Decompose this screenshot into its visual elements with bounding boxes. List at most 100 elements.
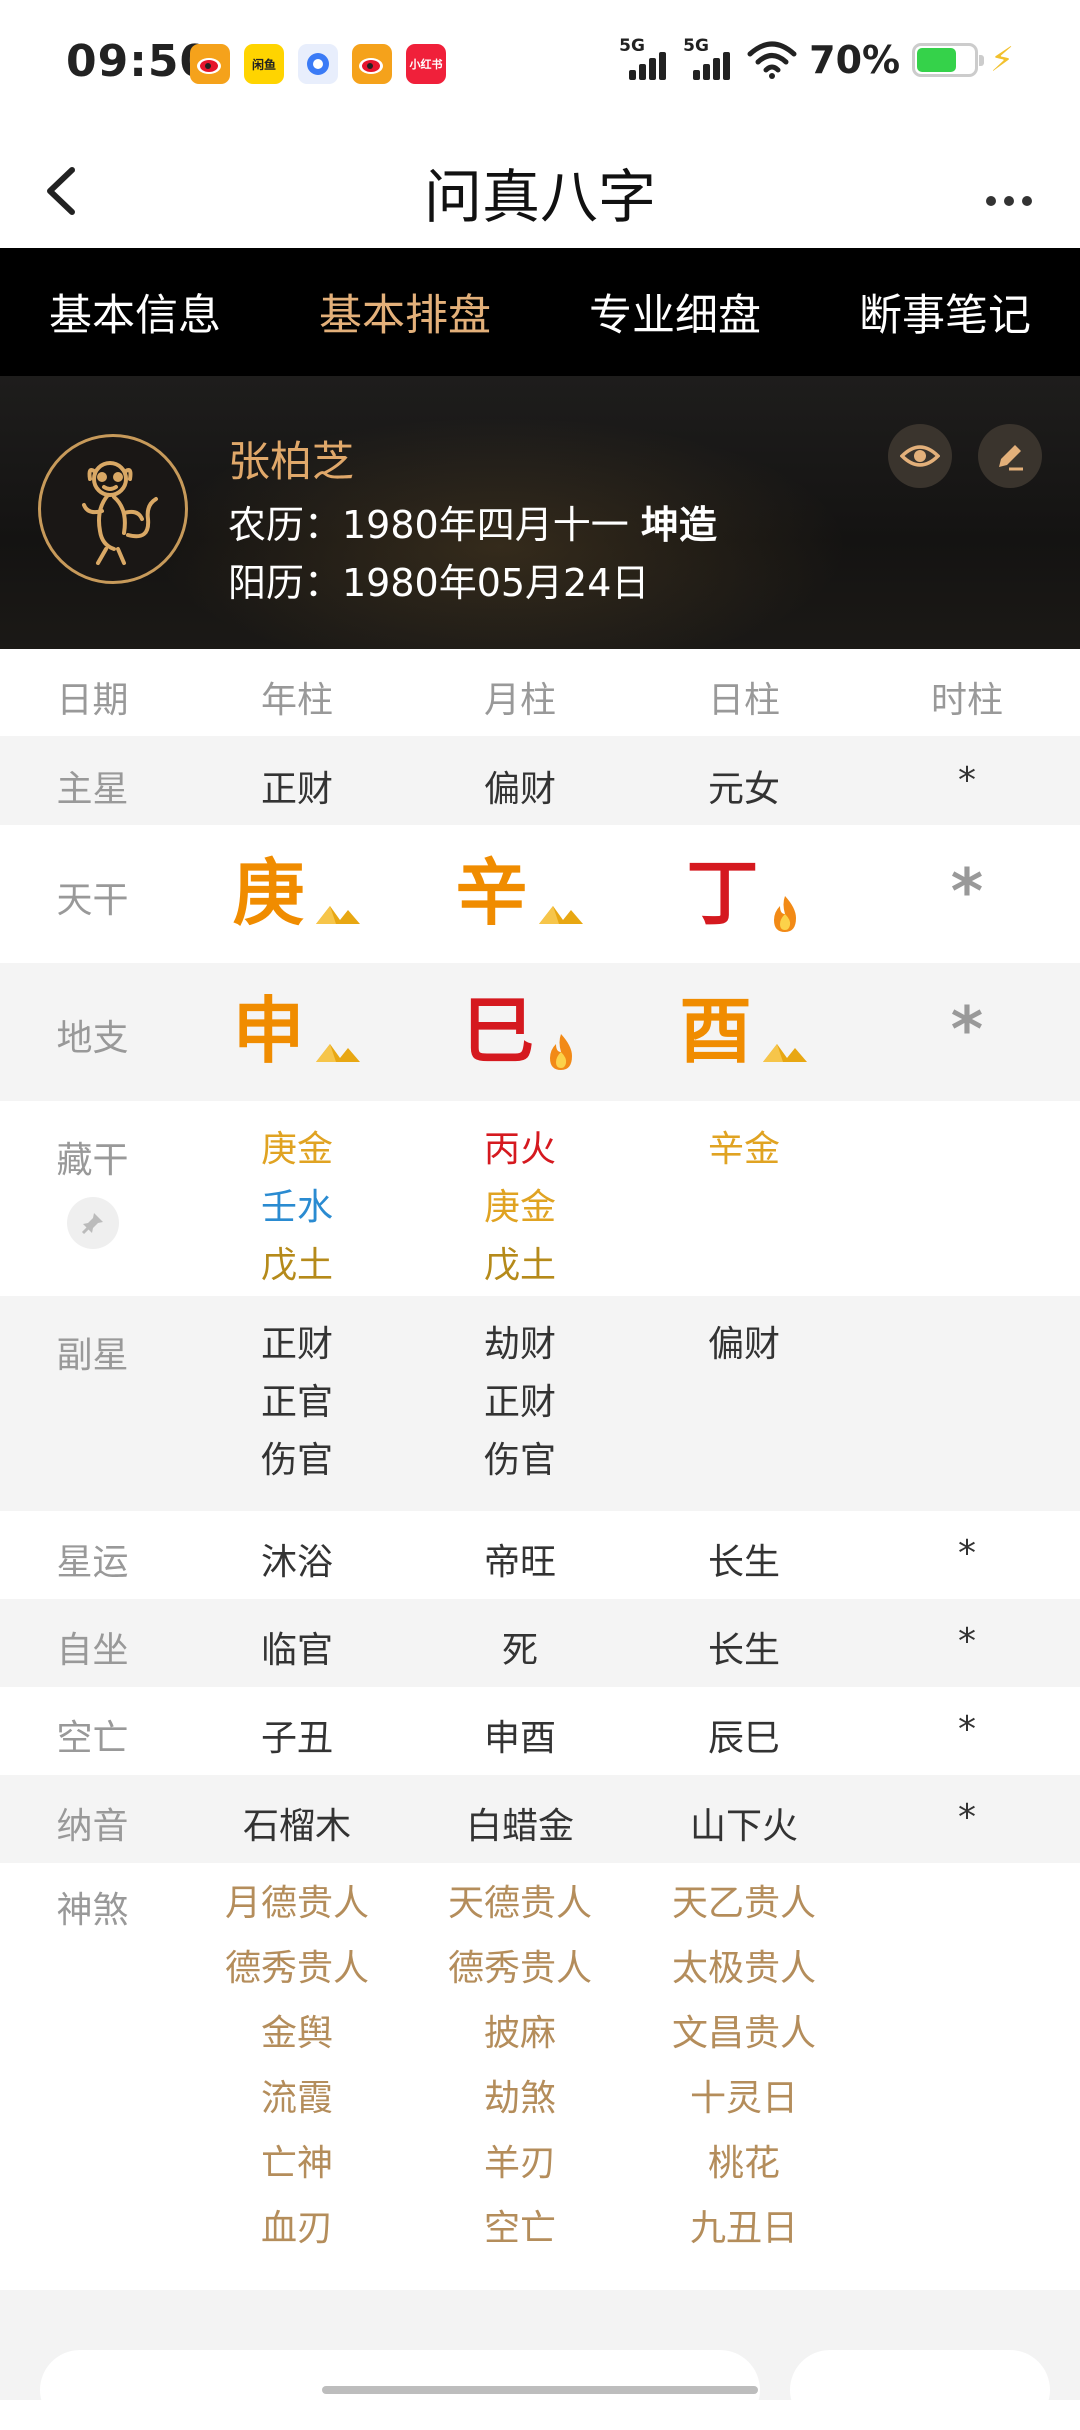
- cell-value: 临官: [260, 1630, 333, 1671]
- row-label: 空亡: [56, 1718, 129, 1759]
- branch-hour: *: [950, 993, 984, 1066]
- cellular-signal-icon: 5G: [683, 36, 735, 82]
- row-label: 主星: [56, 769, 129, 810]
- row-label: 纳音: [56, 1806, 129, 1847]
- battery-percent: 70%: [809, 38, 901, 82]
- tab-basic-chart[interactable]: 基本排盘: [270, 281, 540, 343]
- tab-notes[interactable]: 断事笔记: [810, 281, 1080, 343]
- cell-value: 辰巳: [707, 1718, 780, 1759]
- metal-gold-icon: [315, 905, 360, 924]
- cell-value: *: [958, 760, 976, 801]
- branch-month[interactable]: 巳: [420, 995, 620, 1072]
- weibo-icon: [352, 44, 392, 84]
- row-heavenly-stems: 天干 庚 辛 丁 *: [0, 825, 1080, 963]
- hidden-stems-day: 辛金: [707, 1129, 780, 1170]
- row-secondary-stars: 副星 正财 正官 伤官 劫财 正财 伤官 偏财: [0, 1296, 1080, 1511]
- toggle-visibility-button[interactable]: [888, 424, 952, 488]
- title-bar: 问真八字: [0, 130, 1080, 248]
- cell-value: 长生: [707, 1630, 780, 1671]
- page-title: 问真八字: [423, 163, 656, 231]
- monkey-icon: [82, 461, 158, 565]
- solar-date: 阳历：1980年05月24日: [228, 561, 650, 605]
- lunar-date: 农历：1980年四月十一 坤造: [228, 503, 717, 547]
- spirits-year: 月德贵人 德秀贵人 金舆 流霞 亡神 血刃: [224, 1883, 369, 2249]
- weibo-icon: [190, 44, 230, 84]
- row-nayin: 纳音 石榴木 白蜡金 山下火 *: [0, 1775, 1080, 1863]
- col-header-hour: 时柱: [930, 680, 1003, 721]
- stem-month[interactable]: 辛: [420, 857, 620, 930]
- wifi-icon: [747, 41, 797, 79]
- pin-icon: [81, 1213, 103, 1235]
- col-header-day: 日柱: [707, 680, 780, 721]
- more-options-button[interactable]: [984, 168, 1034, 219]
- secondary-stars-year: 正财 正官 伤官: [260, 1324, 333, 1481]
- metal-gold-icon: [315, 1043, 360, 1062]
- bottom-card-secondary[interactable]: [790, 2350, 1050, 2430]
- row-label: 藏干: [56, 1140, 129, 1181]
- row-earthly-branches: 地支 申 巳 酉 *: [0, 963, 1080, 1101]
- cell-value: 元女: [707, 769, 780, 810]
- hidden-stems-month: 丙火 庚金 戊土: [483, 1129, 556, 1286]
- row-label: 星运: [56, 1542, 129, 1583]
- person-name: 张柏芝: [228, 437, 355, 486]
- tab-basic-info[interactable]: 基本信息: [0, 281, 270, 343]
- profile-header: 张柏芝 农历：1980年四月十一 坤造 阳历：1980年05月24日: [0, 376, 1080, 649]
- cell-value: 正财: [260, 769, 333, 810]
- metal-gold-icon: [538, 905, 583, 924]
- status-bar: 09:50 闲鱼 小红书 5G 5G 70% ⚡: [0, 0, 1080, 130]
- fire-icon: [549, 1033, 572, 1070]
- cell-value: 帝旺: [483, 1542, 556, 1583]
- stem-hour: *: [950, 855, 984, 928]
- secondary-stars-day: 偏财: [707, 1324, 780, 1365]
- row-label: 自坐: [56, 1630, 129, 1671]
- pin-button[interactable]: [67, 1197, 119, 1249]
- row-spirits: 神煞 月德贵人 德秀贵人 金舆 流霞 亡神 血刃 天德贵人 德秀贵人 披麻 劫煞…: [0, 1863, 1080, 2297]
- branch-year[interactable]: 申: [197, 995, 397, 1068]
- row-label: 副星: [56, 1335, 129, 1376]
- cell-value: 偏财: [483, 769, 556, 810]
- row-label-date: 日期: [56, 680, 129, 721]
- more-dots-icon: [986, 196, 1032, 206]
- edit-pencil-icon: [999, 445, 1023, 471]
- bazi-chart-table: 日期 年柱 月柱 日柱 时柱 主星 正财 偏财 元女 * 天干 庚 辛 丁 * …: [0, 649, 1080, 2297]
- col-header-month: 月柱: [483, 680, 556, 721]
- cell-value: 子丑: [260, 1718, 333, 1759]
- spirits-day: 天乙贵人 太极贵人 文昌贵人 十灵日 桃花 九丑日: [671, 1883, 816, 2249]
- cell-value: *: [958, 1797, 976, 1838]
- tab-bar: 基本信息 基本排盘 专业细盘 断事笔记: [0, 248, 1080, 376]
- branch-day[interactable]: 酉: [644, 995, 844, 1068]
- row-label: 神煞: [56, 1890, 129, 1931]
- stem-day[interactable]: 丁: [644, 857, 844, 934]
- tab-professional-chart[interactable]: 专业细盘: [540, 281, 810, 343]
- col-header-year: 年柱: [260, 680, 333, 721]
- secondary-stars-month: 劫财 正财 伤官: [483, 1324, 556, 1481]
- fire-icon: [773, 895, 796, 932]
- cell-value: 死: [501, 1630, 538, 1671]
- edit-button[interactable]: [978, 424, 1042, 488]
- cellular-signal-icon: 5G: [619, 36, 671, 82]
- row-hidden-stems: 藏干 庚金 壬水 戊土 丙火 庚金 戊土 辛金: [0, 1101, 1080, 1296]
- cell-value: *: [958, 1533, 976, 1574]
- system-indicators: 5G 5G 70% ⚡: [619, 36, 1014, 82]
- gender-tag: 坤造: [640, 503, 717, 547]
- row-main-star: 主星 正财 偏财 元女 *: [0, 736, 1080, 825]
- header-row: 日期 年柱 月柱 日柱 时柱: [0, 649, 1080, 736]
- zodiac-monkey-avatar: [38, 434, 188, 584]
- hidden-stems-year: 庚金 壬水 戊土: [260, 1129, 333, 1286]
- xiaohongshu-icon: 小红书: [406, 44, 446, 84]
- battery-icon: [912, 43, 985, 77]
- row-star-fortune: 星运 沐浴 帝旺 长生 *: [0, 1511, 1080, 1599]
- browser-icon: [298, 44, 338, 84]
- stem-year[interactable]: 庚: [197, 857, 397, 930]
- notification-icons: 闲鱼 小红书: [190, 44, 446, 84]
- cell-value: 白蜡金: [465, 1806, 574, 1847]
- row-label: 地支: [56, 1018, 129, 1059]
- cell-value: 长生: [707, 1542, 780, 1583]
- charging-icon: ⚡: [990, 40, 1014, 80]
- home-indicator[interactable]: [322, 2386, 758, 2394]
- cell-value: *: [958, 1621, 976, 1662]
- cell-value: *: [958, 1709, 976, 1750]
- xianyu-icon: 闲鱼: [244, 44, 284, 84]
- cell-value: 山下火: [689, 1806, 798, 1847]
- eye-icon: [900, 445, 940, 467]
